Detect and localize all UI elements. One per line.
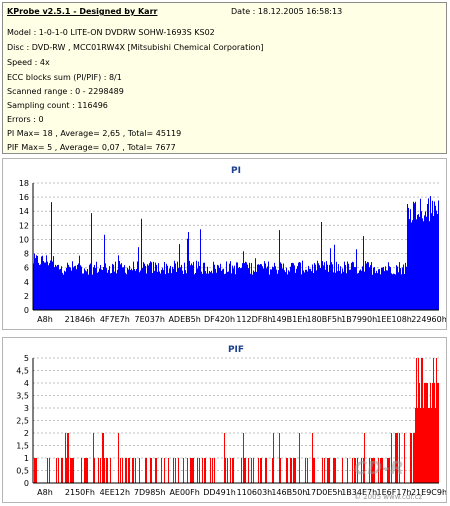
chart-title: PI <box>231 166 241 176</box>
y-tick-label: 0 <box>24 479 29 488</box>
scan-date: Date : 18.12.2005 16:58:13 <box>231 7 343 16</box>
info-errors: Errors : 0 <box>7 115 44 124</box>
y-tick-label: 0 <box>24 306 29 315</box>
x-tick-label: 146B50h <box>271 488 307 497</box>
pi-chart: PI 0 2 4 6 8 10 12 14 16 18 A8h 21846h 4F7E7h 7E037h AD… <box>19 166 447 324</box>
y-tick-label: 5 <box>24 354 29 363</box>
x-tick-label: 4F7E7h <box>100 315 130 324</box>
pi-chart-panel: PI 0 2 4 6 8 10 12 14 16 18 A8h 21846h 4F7E7h 7E037h AD… <box>2 158 447 330</box>
x-tick-label: 7E037h <box>134 315 164 324</box>
watermark-url: © 2005 www.cdr.cz <box>354 493 423 501</box>
y-tick-label: 12 <box>19 221 29 230</box>
info-pi-summary: PI Max= 18 , Average= 2,65 , Total= 4511… <box>7 129 182 138</box>
info-disc: Disc : DVD-RW , MCC01RW4X [Mitsubishi Ch… <box>7 43 264 52</box>
info-panel: KProbe v2.5.1 - Designed by Karr Date : … <box>2 2 447 154</box>
x-tick-label: 110603h <box>237 488 273 497</box>
x-tick-label: 1EE108h <box>376 315 412 324</box>
info-scanned-range: Scanned range : 0 - 2298489 <box>7 87 124 96</box>
y-tick-label: 3 <box>24 404 29 413</box>
x-tick-label: 180BF5h <box>307 315 343 324</box>
x-tick-label: 17D0E5h <box>306 488 343 497</box>
y-tick-label: 1 <box>24 454 29 463</box>
x-tick-label: 224960h <box>411 315 446 324</box>
y-tick-label: 16 <box>19 193 29 202</box>
y-tick-label: 3,5 <box>16 392 29 401</box>
x-tick-label: DD491h <box>203 488 236 497</box>
y-tick-label: 1,5 <box>16 442 29 451</box>
y-tick-label: 4 <box>24 278 29 287</box>
x-tick-label: A8h <box>37 315 53 324</box>
y-tick-label: 2,5 <box>16 417 29 426</box>
info-ecc-blocks: ECC blocks sum (PI/PIF) : 8/1 <box>7 73 122 82</box>
x-tick-label: ADEB5h <box>168 315 200 324</box>
y-tick-label: 2 <box>24 429 29 438</box>
y-tick-label: 4,5 <box>16 367 29 376</box>
x-tick-label: 7D985h <box>134 488 166 497</box>
info-model: Model : 1-0-1-0 LITE-ON DVDRW SOHW-1693S… <box>7 28 215 37</box>
x-tick-label: 112DF8h <box>236 315 272 324</box>
y-tick-label: 8 <box>24 250 29 259</box>
x-tick-label: AE00Fh <box>169 488 199 497</box>
chart-title: PIF <box>228 345 244 355</box>
x-tick-label: 4EE12h <box>100 488 130 497</box>
y-tick-label: 10 <box>19 235 29 244</box>
info-speed: Speed : 4x <box>7 58 50 67</box>
app-title: KProbe v2.5.1 - Designed by Karr <box>7 7 158 16</box>
y-tick-label: 4 <box>24 379 29 388</box>
x-tick-label: DF420h <box>204 315 235 324</box>
watermark-logo: CD-R <box>354 458 404 479</box>
y-tick-label: 6 <box>24 264 29 273</box>
x-tick-label: A8h <box>37 488 53 497</box>
y-tick-label: 14 <box>19 207 29 216</box>
x-tick-label: 2150Fh <box>65 488 95 497</box>
x-tick-label: 21846h <box>65 315 96 324</box>
y-tick-label: 0,5 <box>16 467 29 476</box>
y-tick-label: 2 <box>24 292 29 301</box>
x-tick-label: 149B1Eh <box>271 315 307 324</box>
info-sampling-count: Sampling count : 116496 <box>7 101 108 110</box>
info-pif-summary: PIF Max= 5 , Average= 0,07 , Total= 7677 <box>7 143 176 152</box>
y-tick-label: 18 <box>19 179 29 188</box>
x-tick-label: 1B7990h <box>341 315 377 324</box>
